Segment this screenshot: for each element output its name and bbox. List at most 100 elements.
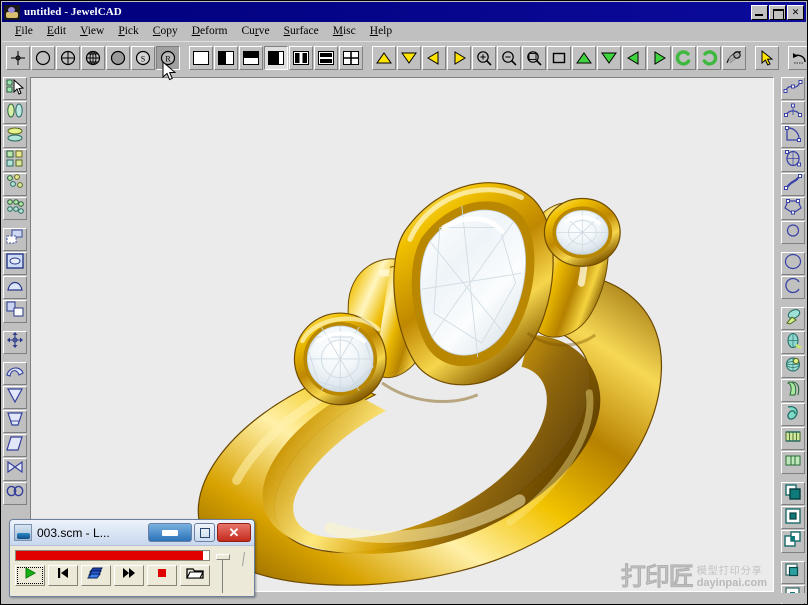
menu-misc[interactable]: Misc [326,24,363,38]
pan-left[interactable] [422,45,446,70]
menu-help[interactable]: Help [363,24,399,38]
layout-left-dark[interactable] [214,45,238,70]
open-button[interactable] [180,565,210,586]
window-minimize-button[interactable] [751,4,768,20]
player-progress-bar[interactable] [15,550,210,561]
mesh-mode[interactable] [56,45,80,70]
pick-pair[interactable] [3,101,27,124]
boolean-trim[interactable] [781,561,805,584]
pan-down[interactable] [397,45,421,70]
pan-right[interactable] [447,45,471,70]
draw-ellipse[interactable] [781,252,805,275]
deform-loop[interactable] [3,482,27,505]
deform-twist[interactable] [3,458,27,481]
draw-circle[interactable] [781,221,805,244]
3d-render-viewport[interactable]: 打印匠 模型打印分享 dayinpai.com [30,77,774,592]
zoom-in[interactable] [472,45,496,70]
points-mode[interactable] [6,45,30,70]
rotate-right[interactable] [647,45,671,70]
draw-polygon[interactable] [781,197,805,220]
menu-edit[interactable]: Edit [40,24,73,38]
deform-taper[interactable] [3,386,27,409]
pick-object[interactable] [3,77,27,100]
taper-arch-icon [5,277,25,298]
insert-marquise-gem[interactable] [781,331,805,354]
main-toolbar: SR [2,41,807,73]
layers-button[interactable] [81,565,111,586]
menu-copy[interactable]: Copy [146,24,185,38]
boolean-intersect[interactable] [781,530,805,553]
layout-full-dark[interactable] [264,45,288,70]
rotate-down[interactable] [597,45,621,70]
zoom-fit[interactable] [547,45,571,70]
insert-ring-shank[interactable] [781,403,805,426]
pick-all[interactable] [3,197,27,220]
play-button[interactable] [15,565,45,586]
scale-object[interactable] [3,252,27,275]
forward-button[interactable] [114,565,144,586]
draw-ellipse-nodes[interactable] [781,149,805,172]
zoom-window[interactable] [522,45,546,70]
draw-arc-sector[interactable] [781,125,805,148]
window-maximize-button[interactable] [769,4,786,20]
slider-thumb[interactable] [216,554,230,560]
palette-separator [2,355,28,362]
stop-button[interactable] [147,565,177,586]
insert-scroll[interactable] [781,427,805,450]
insert-band[interactable] [781,451,805,474]
menu-surface[interactable]: Surface [277,24,326,38]
draw-arc-3point[interactable] [781,101,805,124]
pick-scatter[interactable] [3,173,27,196]
insert-setting-globe[interactable] [781,379,805,402]
view-reset[interactable] [722,45,746,70]
menu-deform[interactable]: Deform [185,24,235,38]
layout-single[interactable] [189,45,213,70]
player-minimize-button[interactable] [148,523,192,542]
rotate-up[interactable] [572,45,596,70]
roll-left[interactable] [672,45,696,70]
deform-shear[interactable] [3,434,27,457]
smooth-shade-mode[interactable]: S [131,45,155,70]
zoom-out[interactable] [497,45,521,70]
deform-bend[interactable] [3,362,27,385]
boolean-union[interactable] [781,482,805,505]
pick-group[interactable] [3,149,27,172]
move-object[interactable] [3,331,27,354]
player-maximize-button[interactable] [194,523,215,542]
menu-file[interactable]: File [8,24,40,38]
player-close-button[interactable]: ✕ [217,523,251,542]
draw-polyline[interactable] [781,173,805,196]
rotate-left[interactable] [622,45,646,70]
layout-4-quad[interactable] [339,45,363,70]
roll-right[interactable] [697,45,721,70]
layout-2-vertical[interactable] [289,45,313,70]
pan-up[interactable] [372,45,396,70]
boolean-subtract[interactable] [781,506,805,529]
render-mode[interactable]: R [156,45,180,70]
pick-stacked-oval-icon [5,126,25,147]
mirror-object[interactable] [3,300,27,323]
pick-four-grid-icon [5,150,25,171]
window-close-button[interactable]: ✕ [787,4,804,20]
layout-bottom-dark[interactable] [239,45,263,70]
dense-mesh-mode[interactable] [81,45,105,70]
pick-stacked[interactable] [3,125,27,148]
menu-view[interactable]: View [73,24,111,38]
select-tool[interactable] [755,45,779,70]
shaded-mode[interactable] [106,45,130,70]
menu-curve[interactable]: Curve [234,24,276,38]
wireframe-mode[interactable] [31,45,55,70]
insert-round-gem[interactable] [781,307,805,330]
deform-trapezoid[interactable] [3,410,27,433]
layout-2-horizontal[interactable] [314,45,338,70]
undo-button[interactable] [788,45,807,70]
previous-button[interactable] [48,565,78,586]
speed-slider[interactable] [214,550,250,593]
arrow-pointer-icon [758,49,776,67]
draw-spline[interactable] [781,77,805,100]
insert-setting-cup[interactable] [781,355,805,378]
copy-offset[interactable] [3,228,27,251]
menu-pick[interactable]: Pick [111,24,145,38]
taper-object[interactable] [3,276,27,299]
draw-arc-open[interactable] [781,276,805,299]
